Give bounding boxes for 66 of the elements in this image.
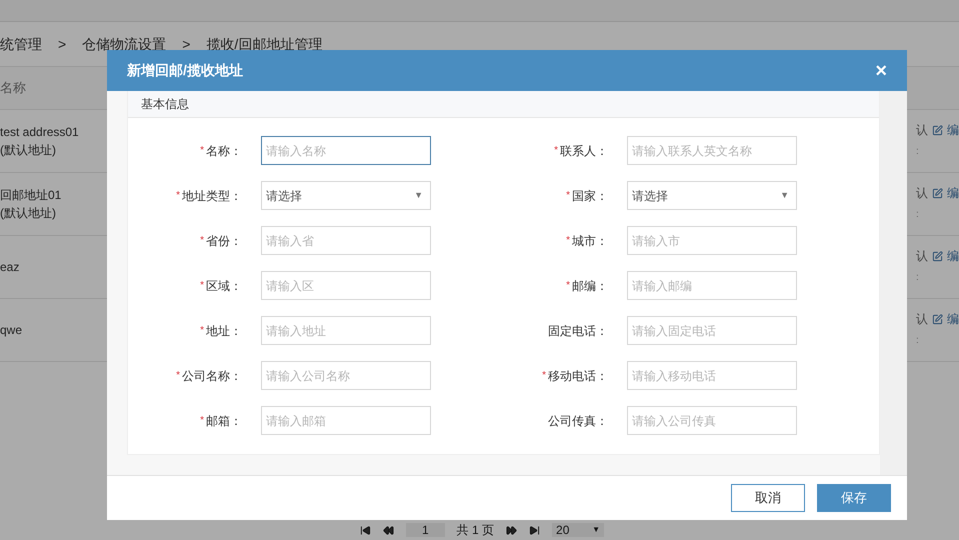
field-label: 公司传真： [548,412,608,430]
breadcrumb-item[interactable]: 统管理 [0,34,42,54]
field-label: 固定电话： [548,322,608,340]
field-label: 城市： [572,232,608,250]
field-label: 名称： [206,142,242,160]
field-label: 地址： [206,322,242,340]
field-label: 邮编： [572,278,608,294]
column-header: 名称 [0,79,26,98]
edit-icon [932,314,943,324]
row-note: : [916,334,920,348]
page-total: 共 1 页 [456,523,494,537]
action-link[interactable]: 认 [916,308,928,330]
scrollbar[interactable] [880,91,907,475]
dialog-title: 新增回邮/揽收地址 [127,61,243,80]
select-field[interactable]: 请选择 ▼ [261,181,431,210]
required-mark: * [200,414,204,428]
save-button[interactable]: 保存 [817,484,891,512]
field-label: 公司名称： [182,368,242,384]
field-label: 移动电话： [548,368,608,384]
close-button[interactable]: × [875,60,887,80]
breadcrumb-item: > [58,34,66,54]
edit-icon [932,124,943,136]
edit-link[interactable]: 编 [947,308,959,330]
field-label: 区域： [206,278,242,294]
required-mark: * [176,369,180,383]
page-field[interactable]: 1 [406,523,445,537]
required-mark: * [566,234,570,248]
required-mark: * [566,189,570,203]
row-note: : [916,145,920,159]
edit-icon [932,188,943,198]
required-mark: * [200,279,204,293]
previous-page-icon[interactable] [383,524,394,536]
page-size-select[interactable]: 20 ▼ [552,523,604,537]
edit-link[interactable]: 编 [947,245,959,267]
required-mark: * [554,144,558,158]
table-cell-text: eaz [0,259,20,276]
required-mark: * [542,369,546,383]
required-mark: * [200,324,204,338]
required-mark: * [176,189,180,203]
action-link[interactable]: 认 [916,119,928,141]
edit-link[interactable]: 编 [947,182,959,204]
required-mark: * [566,279,570,293]
text-field[interactable]: 请输入名称 [261,136,431,165]
section-title: 基本信息 [141,96,189,113]
edit-icon [932,250,943,262]
last-page-icon[interactable] [529,524,540,536]
row-note: : [916,271,920,285]
field-label: 国家： [572,188,608,204]
first-page-icon[interactable] [360,524,371,536]
field-label: 省份： [206,232,242,250]
edit-link[interactable]: 编 [947,119,959,141]
field-label: 联系人： [560,142,608,160]
cancel-button[interactable]: 取消 [731,484,805,512]
next-page-icon[interactable] [506,524,518,536]
action-link[interactable]: 认 [916,182,928,204]
required-mark: * [200,144,204,158]
field-label: 地址类型： [182,188,242,204]
row-note: : [916,208,920,222]
required-mark: * [200,234,204,248]
table-cell-text: qwe [0,322,22,339]
action-link[interactable]: 认 [916,245,928,267]
field-label: 邮箱： [206,412,242,430]
table-cell-text: test address01 (默认地址) [0,124,79,159]
breadcrumb-item: > [182,34,190,54]
table-cell-text: 回邮地址01 (默认地址) [0,187,62,222]
select-field[interactable]: 请选择 ▼ [627,181,797,210]
